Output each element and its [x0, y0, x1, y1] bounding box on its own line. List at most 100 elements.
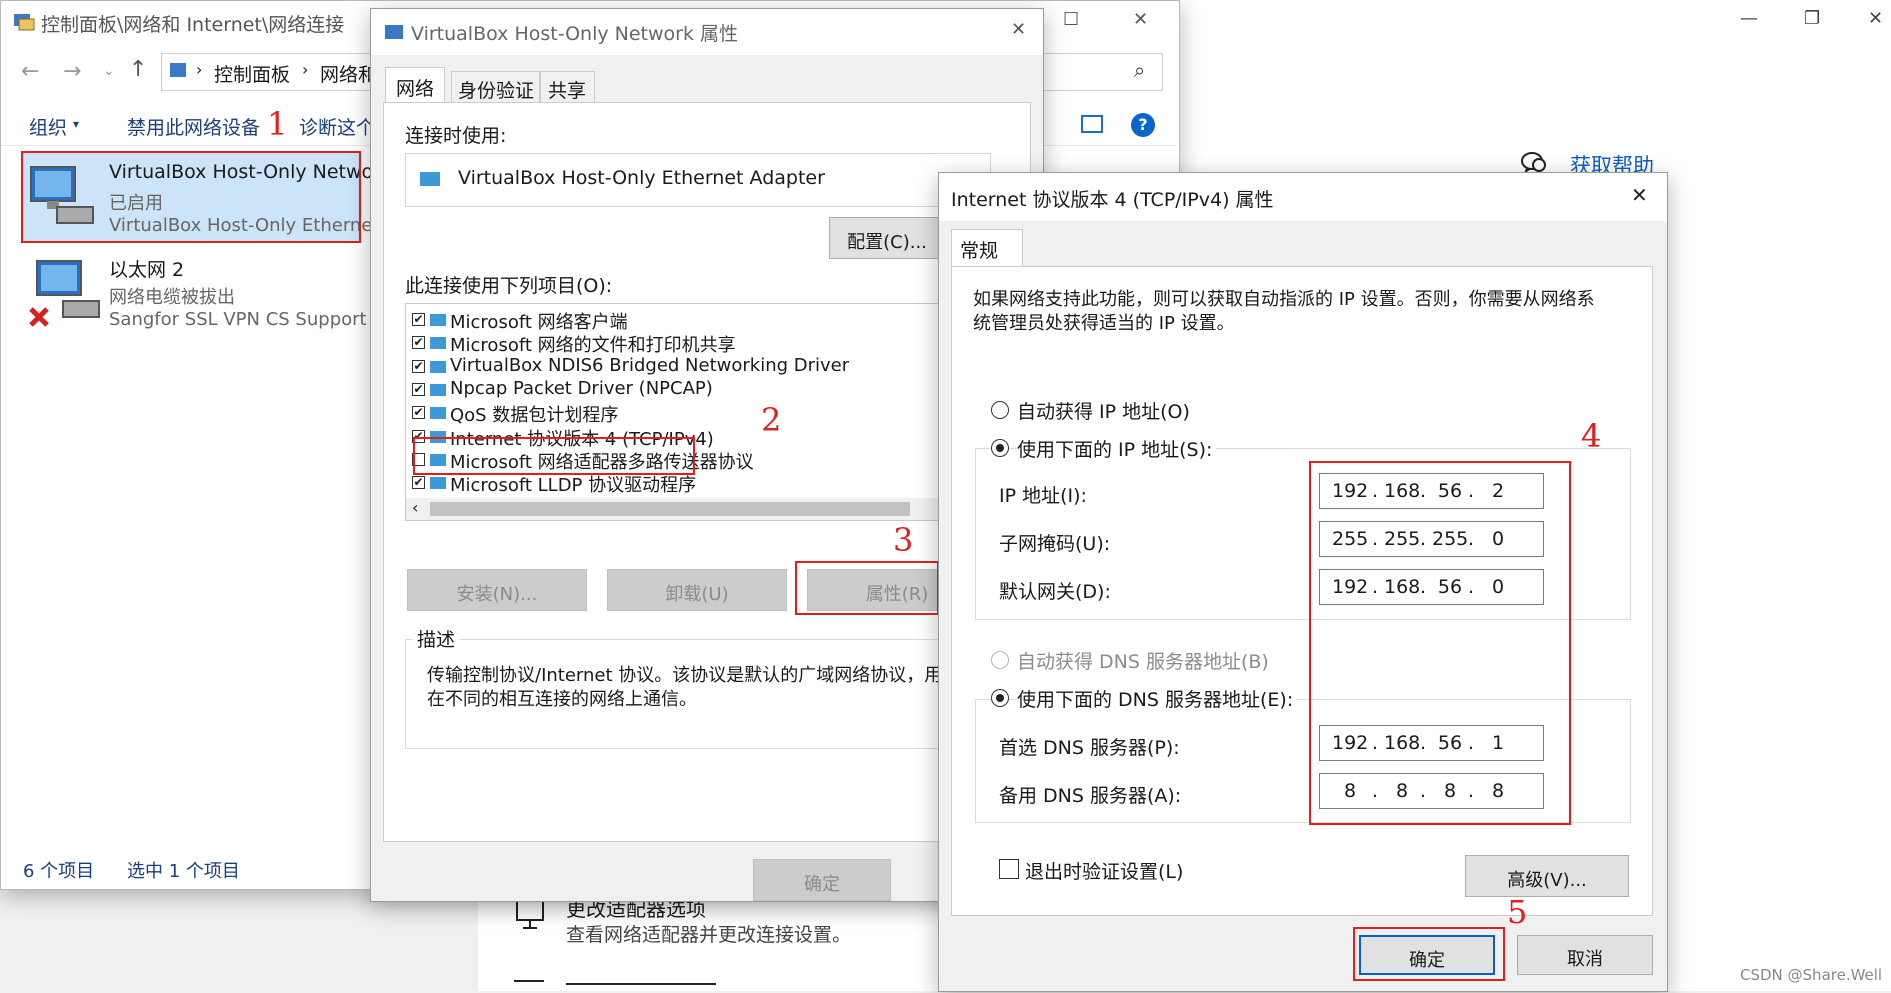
- ipv4-cancel-button[interactable]: 取消: [1517, 935, 1653, 975]
- step-marker-3: 3: [893, 521, 914, 559]
- install-button[interactable]: 安装(N)...: [407, 569, 587, 611]
- step-marker-5: 5: [1507, 893, 1528, 931]
- network-small-icon: [385, 25, 403, 39]
- connect-using-label: 连接时使用:: [405, 125, 507, 147]
- adapter-options-desc: 查看网络适配器并更改连接设置。: [566, 924, 852, 946]
- breadcrumb-network[interactable]: 网络和: [320, 60, 377, 87]
- scroll-thumb[interactable]: [430, 502, 910, 516]
- ipv4-title-bar: Internet 协议版本 4 (TCP/IPv4) 属性 ✕: [939, 173, 1667, 221]
- tab-network[interactable]: 网络: [385, 67, 445, 103]
- tab-general[interactable]: 常规: [951, 229, 1023, 267]
- intro-line1: 如果网络支持此功能，则可以获取自动指派的 IP 设置。否则，你需要从网络系: [973, 289, 1595, 310]
- ipv4-close-icon[interactable]: ✕: [1631, 183, 1648, 207]
- component-label: Microsoft 网络客户端: [450, 312, 628, 333]
- intro-line2: 统管理员处获得适当的 IP 设置。: [973, 313, 1235, 334]
- tab-sharing[interactable]: 共享: [539, 71, 595, 103]
- close-icon[interactable]: ✕: [1868, 8, 1883, 29]
- component-label: VirtualBox NDIS6 Bridged Networking Driv…: [450, 354, 850, 376]
- explorer-maximize-icon[interactable]: ☐: [1063, 9, 1079, 30]
- disable-device-button[interactable]: 禁用此网络设备: [127, 113, 260, 140]
- component-checkbox[interactable]: ✔: [412, 382, 425, 396]
- breadcrumb-control-panel[interactable]: 控制面板: [214, 60, 290, 87]
- adapter-icon: [420, 172, 440, 186]
- component-label: QoS 数据包计划程序: [450, 405, 619, 427]
- auto-ip-radio[interactable]: [991, 401, 1009, 419]
- highlight-box-5: [1353, 927, 1505, 981]
- highlight-box-2: [413, 437, 695, 475]
- component-icon: [430, 337, 446, 350]
- configure-button[interactable]: 配置(C)...: [829, 217, 945, 259]
- component-item[interactable]: ✔ Npcap Packet Driver (NPCAP): [406, 378, 990, 401]
- organize-menu[interactable]: 组织: [29, 113, 67, 140]
- description-line2: 在不同的相互连接的网络上通信。: [427, 689, 697, 710]
- component-checkbox[interactable]: ✔: [412, 313, 425, 326]
- scroll-left-icon[interactable]: ‹: [412, 498, 418, 517]
- items-list: ✔ Microsoft 网络客户端 ✔ Microsoft 网络的文件和打印机共享 ✔ V…: [405, 303, 991, 521]
- validate-label: 退出时验证设置(L): [1025, 861, 1184, 883]
- step-marker-4: 4: [1581, 417, 1602, 455]
- component-icon: [430, 407, 446, 420]
- component-checkbox[interactable]: ✔: [412, 336, 425, 350]
- tab-authentication[interactable]: 身份验证: [451, 71, 541, 103]
- properties-title-bar: VirtualBox Host-Only Network 属性 ✕: [371, 9, 1043, 55]
- manual-dns-label: 使用下面的 DNS 服务器地址(E):: [1017, 685, 1298, 712]
- restore-icon[interactable]: ❐: [1804, 8, 1820, 29]
- control-panel-icon: [13, 11, 35, 31]
- connection-device: Sangfor SSL VPN CS Support S: [109, 309, 384, 330]
- component-checkbox[interactable]: ✔: [412, 359, 425, 373]
- component-checkbox[interactable]: ✔: [412, 406, 425, 420]
- mask-label: 子网掩码(U):: [999, 533, 1111, 555]
- step-marker-1: 1: [267, 105, 288, 143]
- organize-chevron-icon: ▾: [73, 117, 80, 131]
- manual-dns-radio[interactable]: [991, 689, 1009, 707]
- description-line1: 传输控制协议/Internet 协议。该协议是默认的广域网络协议，用: [427, 665, 943, 686]
- component-item[interactable]: ✔ Microsoft 网络的文件和打印机共享: [406, 331, 990, 356]
- network-adapter-disconnected-icon: [27, 257, 103, 329]
- component-icon: [430, 360, 446, 373]
- bg-titlebar-controls: — ❐ ✕: [1720, 8, 1891, 38]
- validate-checkbox[interactable]: [999, 859, 1019, 879]
- component-item[interactable]: ✔ QoS 数据包计划程序: [406, 401, 990, 427]
- dns1-label: 首选 DNS 服务器(P):: [999, 737, 1180, 759]
- gateway-label: 默认网关(D):: [999, 581, 1111, 603]
- properties-close-icon[interactable]: ✕: [1011, 19, 1026, 40]
- manual-ip-radio[interactable]: [991, 439, 1009, 457]
- component-item[interactable]: ✔ VirtualBox NDIS6 Bridged Networking Dri…: [406, 355, 990, 378]
- properties-title: VirtualBox Host-Only Network 属性: [411, 23, 739, 45]
- search-icon[interactable]: ⌕: [1134, 58, 1145, 82]
- watermark: CSDN @Share.Well: [1740, 966, 1883, 984]
- component-checkbox[interactable]: ✔: [412, 476, 425, 490]
- component-item[interactable]: ✔ Microsoft 网络客户端: [406, 308, 990, 333]
- back-icon[interactable]: ←: [21, 59, 39, 84]
- adapter-field: VirtualBox Host-Only Ethernet Adapter: [405, 153, 991, 207]
- diagnose-button[interactable]: 诊断这个: [299, 113, 375, 140]
- advanced-button[interactable]: 高级(V)...: [1465, 855, 1629, 897]
- address-cp-icon: [170, 63, 186, 77]
- highlight-box-3: [795, 561, 939, 615]
- uninstall-button[interactable]: 卸载(U): [607, 569, 787, 611]
- ipv4-dialog: Internet 协议版本 4 (TCP/IPv4) 属性 ✕ 常规 如果网络支…: [938, 172, 1668, 992]
- preview-pane-icon[interactable]: [1081, 115, 1103, 133]
- help-icon[interactable]: ?: [1131, 113, 1155, 137]
- item-count: 6 个项目: [23, 861, 95, 882]
- breadcrumb-chevron-icon: ›: [302, 60, 309, 79]
- adapter-options-icon: [514, 898, 548, 932]
- auto-dns-radio[interactable]: [991, 651, 1009, 669]
- horizontal-scrollbar[interactable]: ‹: [406, 498, 990, 520]
- properties-ok-button[interactable]: 确定: [753, 859, 891, 901]
- component-icon: [430, 383, 446, 396]
- step-marker-2: 2: [761, 401, 782, 439]
- explorer-close-icon[interactable]: ✕: [1133, 9, 1148, 30]
- auto-ip-label: 自动获得 IP 地址(O): [1017, 401, 1190, 423]
- connection-item-ethernet2[interactable]: 以太网 2 网络电缆被拔出 Sangfor SSL VPN CS Support…: [21, 251, 384, 341]
- minimize-icon[interactable]: —: [1740, 8, 1758, 29]
- breadcrumb-chevron-icon: ›: [196, 60, 203, 79]
- forward-icon[interactable]: →: [63, 59, 81, 84]
- bg-bottom-icon: [514, 980, 544, 992]
- component-icon: [430, 314, 446, 326]
- connection-status: 网络电缆被拔出: [109, 287, 235, 308]
- recent-icon[interactable]: ⌄: [103, 63, 115, 79]
- description-label: 描述: [413, 625, 460, 652]
- up-icon[interactable]: ↑: [129, 57, 147, 82]
- dns2-label: 备用 DNS 服务器(A):: [999, 785, 1182, 807]
